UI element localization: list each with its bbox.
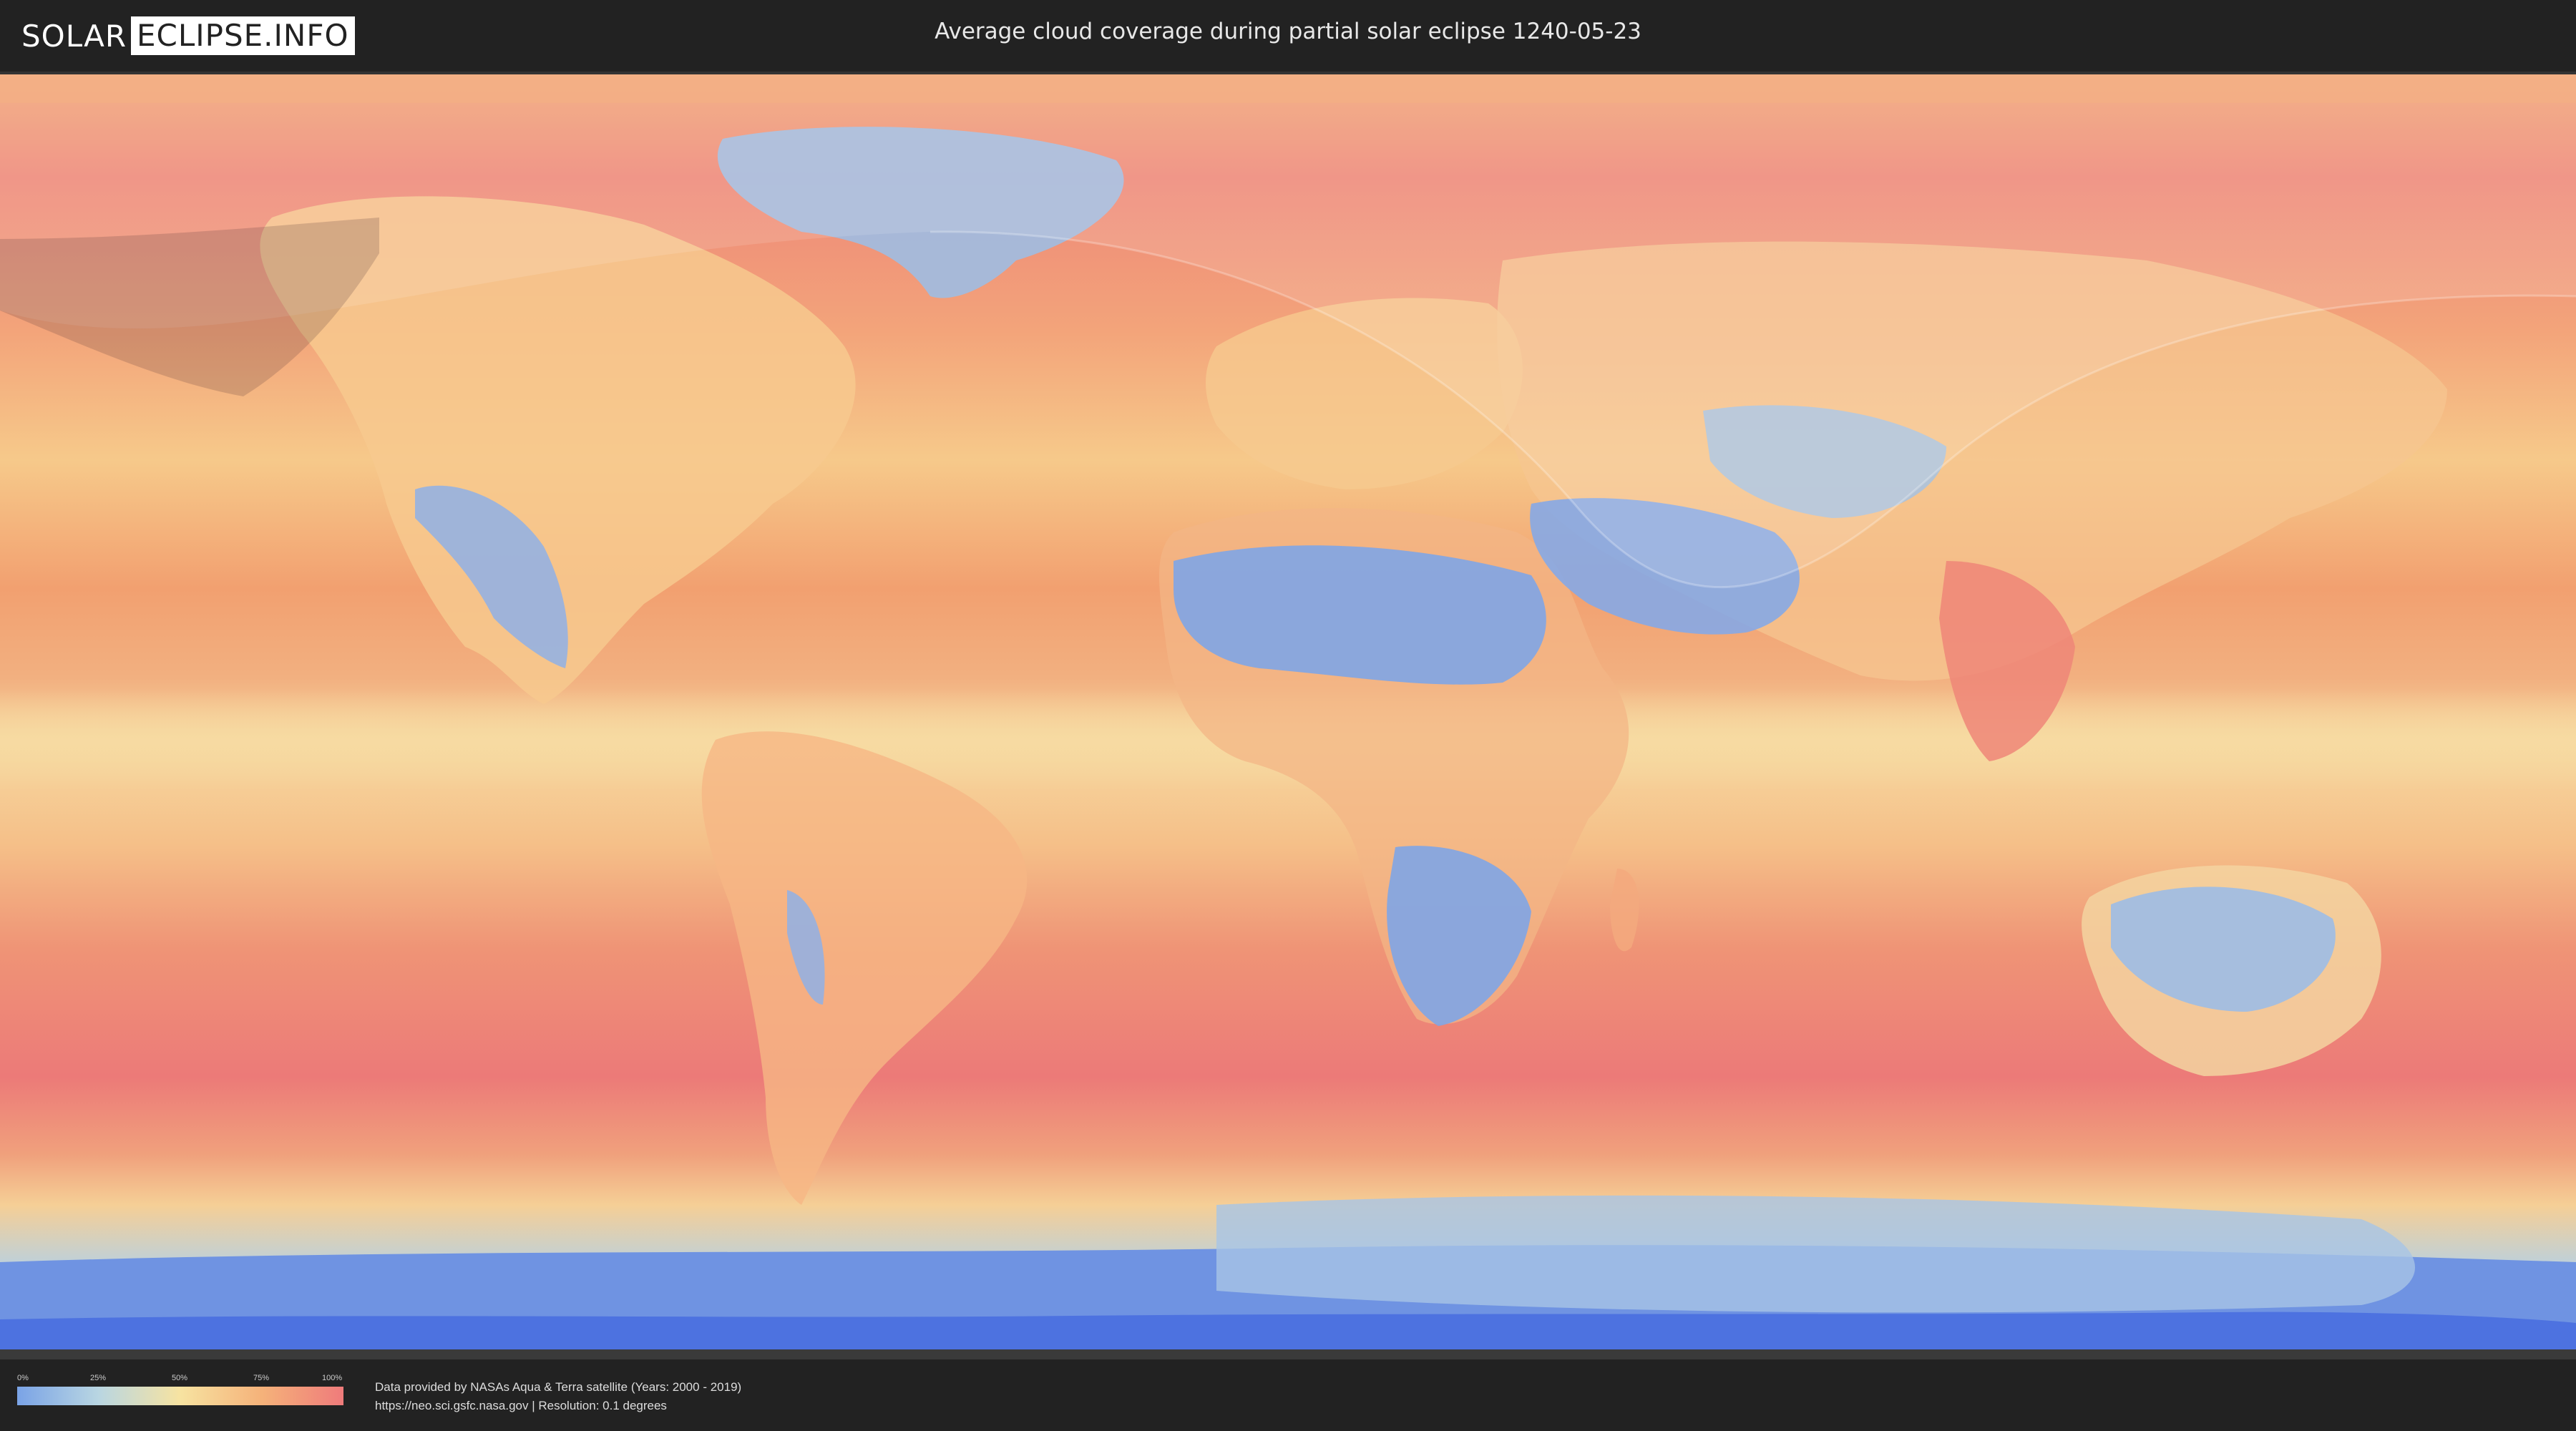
credits-line-1: Data provided by NASAs Aqua & Terra sate…	[375, 1380, 742, 1394]
page-title: Average cloud coverage during partial so…	[935, 19, 1641, 44]
cloud-coverage-map	[0, 74, 2576, 1359]
data-credits: Data provided by NASAs Aqua & Terra sate…	[375, 1378, 741, 1415]
map-bottom-edge	[0, 1349, 2576, 1359]
footer-bar: 0% 25% 50% 75% 100% Data provided by NAS…	[0, 1359, 2576, 1431]
legend-tick-50: 50%	[172, 1374, 188, 1382]
header-bar: SOLAR ECLIPSE.INFO Average cloud coverag…	[0, 0, 2576, 74]
legend-tick-0: 0%	[17, 1374, 29, 1382]
credits-line-2[interactable]: https://neo.sci.gsfc.nasa.gov | Resoluti…	[375, 1397, 741, 1415]
legend-color-bar	[17, 1387, 343, 1405]
world-map-svg	[0, 74, 2576, 1359]
polar-band-north	[0, 74, 2576, 103]
legend-tick-100: 100%	[322, 1374, 343, 1382]
legend-tick-25: 25%	[90, 1374, 107, 1382]
legend-ticks: 0% 25% 50% 75% 100%	[17, 1374, 343, 1387]
antarctica-coast-clouds	[1216, 1195, 2415, 1313]
cloud-coverage-legend: 0% 25% 50% 75% 100%	[17, 1374, 343, 1405]
legend-tick-75: 75%	[253, 1374, 270, 1382]
